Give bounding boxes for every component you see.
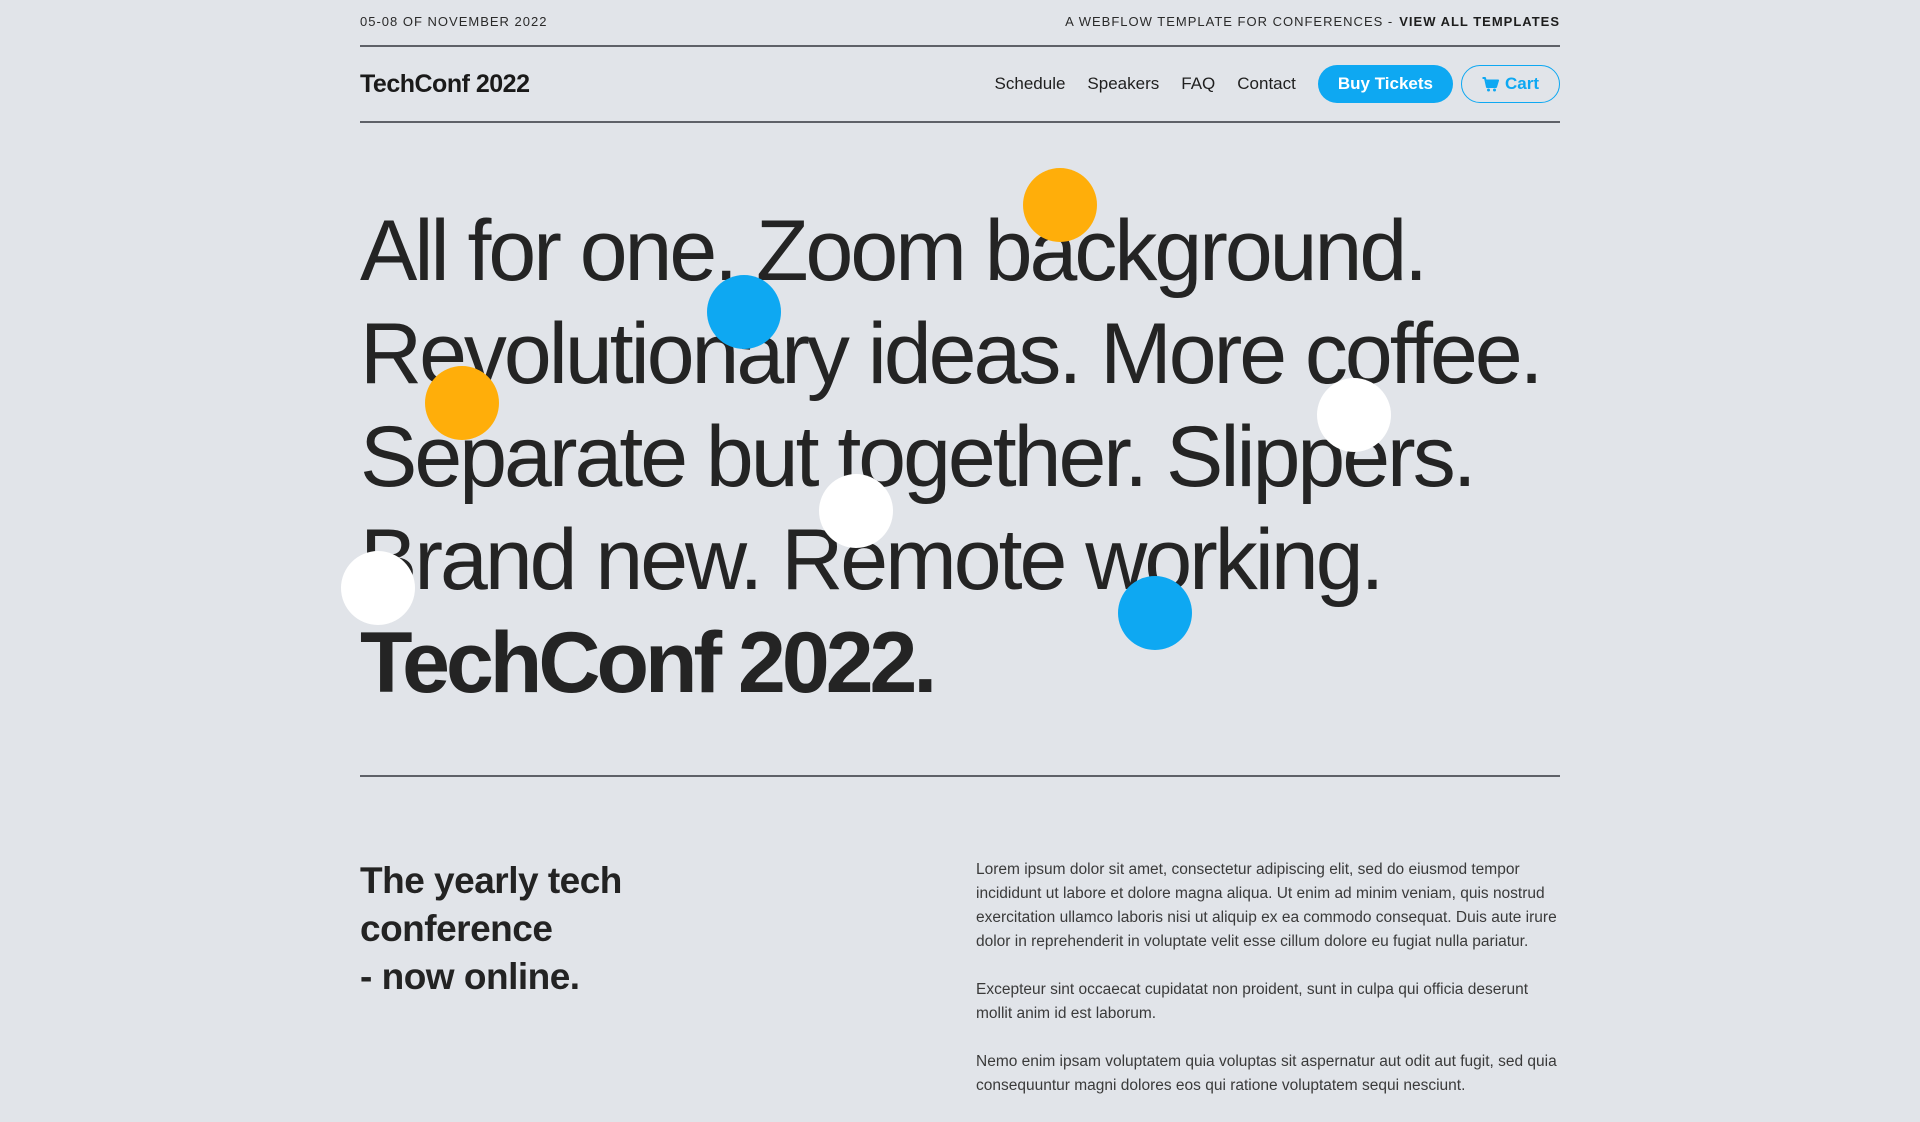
main-navigation: TechConf 2022 Schedule Speakers FAQ Cont… [360,47,1560,123]
view-all-templates-link[interactable]: VIEW ALL TEMPLATES [1399,14,1560,29]
hero-headline: All for one. Zoom background. Revolution… [360,200,1560,715]
decorative-dot-blue [707,275,781,349]
hero-line-5: TechConf 2022. [360,615,937,711]
template-tagline: A WEBFLOW TEMPLATE FOR CONFERENCES - [1065,14,1394,29]
cart-icon [1482,76,1499,91]
site-logo[interactable]: TechConf 2022 [360,70,530,99]
decorative-dot-orange [425,366,499,440]
decorative-dot-blue [1118,576,1192,650]
cart-label: Cart [1504,74,1539,93]
about-paragraph: Excepteur sint occaecat cupidatat non pr… [976,981,1529,1022]
about-heading-line: conference [360,908,553,949]
about-heading-line: The yearly tech [360,860,622,901]
hero-line-1: All for one. Zoom background. [360,203,1428,299]
template-note: A WEBFLOW TEMPLATE FOR CONFERENCES - VIE… [1065,14,1560,31]
decorative-dot-white [341,551,415,625]
announcement-bar: 05-08 OF NOVEMBER 2022 A WEBFLOW TEMPLAT… [360,0,1560,47]
cart-button[interactable]: Cart [1460,65,1560,103]
about-heading: The yearly tech conference - now online. [360,857,760,1001]
nav-menu: Schedule Speakers FAQ Contact Buy Ticket… [973,65,1560,103]
section-divider [360,775,1560,777]
about-description: Lorem ipsum dolor sit amet, consectetur … [976,858,1560,1122]
decorative-dot-orange [1023,168,1097,242]
nav-item-faq[interactable]: FAQ [1181,74,1215,94]
hero-line-4: Brand new. Remote working. [360,512,1384,608]
event-date: 05-08 OF NOVEMBER 2022 [360,14,548,29]
about-paragraph: Lorem ipsum dolor sit amet, consectetur … [976,861,1557,950]
buy-tickets-button[interactable]: Buy Tickets [1317,65,1453,103]
about-heading-line: - now online. [360,956,580,997]
decorative-dot-white [1317,378,1391,452]
page-container: 05-08 OF NOVEMBER 2022 A WEBFLOW TEMPLAT… [341,0,1560,1094]
nav-item-schedule[interactable]: Schedule [995,74,1066,94]
nav-item-contact[interactable]: Contact [1237,74,1296,94]
nav-item-speakers[interactable]: Speakers [1087,74,1159,94]
about-paragraph: Nemo enim ipsam voluptatem quia voluptas… [976,1053,1557,1094]
decorative-dot-white [819,474,893,548]
